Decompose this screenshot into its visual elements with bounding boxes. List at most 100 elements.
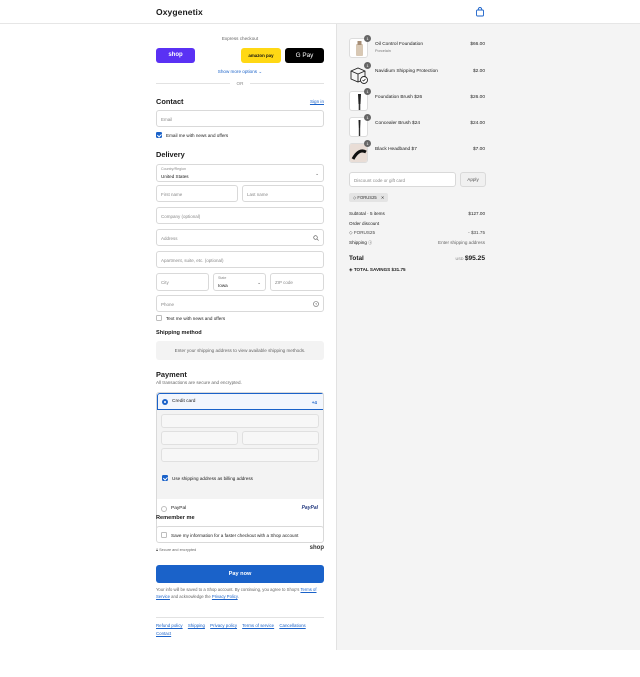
tag-icon: ◇ [349, 230, 353, 235]
shopping-bag-icon[interactable] [475, 7, 485, 17]
item-price: $7.00 [472, 147, 485, 152]
credit-card-label: Credit card [172, 399, 196, 404]
more-cards-badge: +4 [311, 399, 317, 405]
billing-address-label: Use shipping address as billing address [172, 475, 253, 481]
secure-note: 🔒︎ Secure and encrypted [156, 548, 196, 552]
address-placeholder: Address [161, 235, 178, 241]
total-label: Total [349, 255, 364, 262]
company-field[interactable]: Company (optional) [156, 207, 324, 224]
help-icon[interactable]: ⓘ [368, 240, 372, 245]
shipping-method-note: Enter your shipping address to view avai… [156, 341, 324, 360]
item-price: $26.00 [470, 95, 485, 100]
zip-placeholder: ZIP code [275, 279, 293, 285]
cart-item: 1 Oil Control Foundation Porcelain $66.0… [349, 35, 485, 60]
refund-policy-link[interactable]: Refund policy [156, 623, 183, 628]
item-name: Concealer Brush $24 [375, 121, 421, 126]
apartment-placeholder: Apartment, suite, etc. (optional) [161, 257, 224, 263]
close-icon[interactable]: ✕ [381, 195, 385, 200]
remember-me-title: Remember me [156, 515, 195, 521]
currency: USD [455, 257, 464, 261]
legal-text-2: and acknowledge the [171, 593, 211, 599]
subtotal-value: $127.00 [468, 211, 485, 216]
total-value-wrap: USD $95.25 [456, 255, 485, 262]
city-field[interactable]: City [156, 273, 209, 291]
contact-link[interactable]: Contact [156, 631, 171, 636]
email-field[interactable]: Email [156, 110, 324, 127]
address-field[interactable]: Address [156, 229, 324, 246]
cancellations-link[interactable]: Cancellations [279, 623, 305, 628]
credit-card-radio[interactable] [162, 399, 168, 405]
help-icon[interactable]: ? [313, 301, 319, 307]
pay-now-button[interactable]: Pay now [156, 565, 324, 583]
total-value: $95.25 [464, 255, 485, 262]
shipping-link[interactable]: Shipping [188, 623, 205, 628]
shipping-value: Enter shipping address [438, 240, 485, 245]
first-name-field[interactable]: First name [156, 185, 238, 202]
card-details: Use shipping address as billing address [157, 410, 323, 499]
google-pay-button[interactable]: G Pay [285, 48, 324, 63]
card-number-field[interactable] [161, 414, 319, 428]
save-info-checkbox[interactable] [161, 532, 167, 538]
legal-text-1: Your info will be saved to a Shop accoun… [156, 587, 300, 592]
email-news-checkbox[interactable] [156, 132, 162, 138]
last-name-placeholder: Last name [247, 191, 269, 197]
item-name: Oil Control Foundation [375, 42, 423, 47]
phone-field[interactable]: Phone ? [156, 295, 324, 312]
country-value: United States [161, 173, 189, 179]
footer-links: Refund policy Shipping Privacy policy Te… [156, 622, 324, 638]
savings-label: TOTAL SAVINGS [353, 267, 391, 272]
country-label: Country/Region [161, 167, 186, 171]
state-select[interactable]: State Iowa ⌄ [213, 273, 266, 291]
save-info-label: Save my information for a faster checkou… [171, 532, 299, 538]
terms-of-service-link[interactable]: Terms of service [242, 623, 274, 628]
discount-code: FORUS25 [353, 230, 376, 235]
save-info-box[interactable]: Save my information for a faster checkou… [156, 526, 324, 543]
apply-button[interactable]: Apply [460, 172, 486, 187]
text-news-checkbox[interactable] [156, 315, 162, 321]
billing-address-checkbox[interactable] [162, 475, 168, 481]
total-savings-row: ◈ TOTAL SAVINGS $31.75 [349, 267, 485, 273]
legal-end: . [237, 593, 239, 599]
discount-code-field[interactable]: Discount code or gift card [349, 172, 456, 187]
express-checkout-title: Express checkout [221, 36, 259, 41]
email-placeholder: Email [161, 116, 173, 122]
text-news-label: Text me with news and offers [166, 315, 226, 321]
privacy-link[interactable]: Privacy Policy [212, 594, 238, 599]
apartment-field[interactable]: Apartment, suite, etc. (optional) [156, 251, 324, 268]
privacy-policy-link[interactable]: Privacy policy [210, 623, 237, 628]
divider [250, 83, 324, 84]
order-discount-label: Order discount [349, 221, 380, 226]
zip-field[interactable]: ZIP code [270, 273, 324, 291]
last-name-field[interactable]: Last name [242, 185, 324, 202]
city-placeholder: City [161, 279, 169, 285]
item-name: Navidium Shipping Protection [375, 69, 438, 74]
card-name-field[interactable] [161, 448, 319, 462]
card-cvc-field[interactable] [242, 431, 319, 445]
brand-logo[interactable]: Oxygenetix [156, 7, 203, 17]
payment-subtitle: All transactions are secure and encrypte… [156, 380, 242, 385]
company-placeholder: Company (optional) [161, 213, 201, 219]
subtotal-row: Subtotal · 5 items $127.00 [349, 211, 485, 216]
lock-icon: 🔒︎ [156, 548, 159, 552]
show-more-options-link[interactable]: Show more options ⌄ [156, 69, 324, 75]
divider [156, 617, 324, 618]
delivery-title: Delivery [156, 150, 185, 159]
quantity-badge: 1 [364, 114, 371, 121]
sign-in-link[interactable]: Sign in [310, 99, 324, 104]
discount-amount: - $31.75 [468, 230, 485, 235]
paypal-label: PayPal [171, 506, 187, 511]
credit-card-option[interactable]: Credit card +4 [157, 393, 323, 410]
country-select[interactable]: Country/Region United States ⌄ [156, 164, 324, 182]
quantity-badge: 1 [364, 140, 371, 147]
item-variant: Porcelain [375, 49, 391, 53]
tag-icon: ◈ [349, 267, 353, 272]
email-news-label: Email me with news and offers [166, 132, 229, 138]
shop-pay-button[interactable]: shop [156, 48, 195, 63]
discount-chip: ◇ FORUS25 ✕ [349, 193, 389, 202]
quantity-badge: 1 [364, 62, 371, 69]
payment-title: Payment [156, 370, 187, 379]
amazon-pay-button[interactable]: amazon pay [241, 48, 281, 63]
card-expiry-field[interactable] [161, 431, 238, 445]
total-row: Total USD $95.25 [349, 255, 485, 262]
paypal-radio[interactable] [161, 506, 167, 512]
